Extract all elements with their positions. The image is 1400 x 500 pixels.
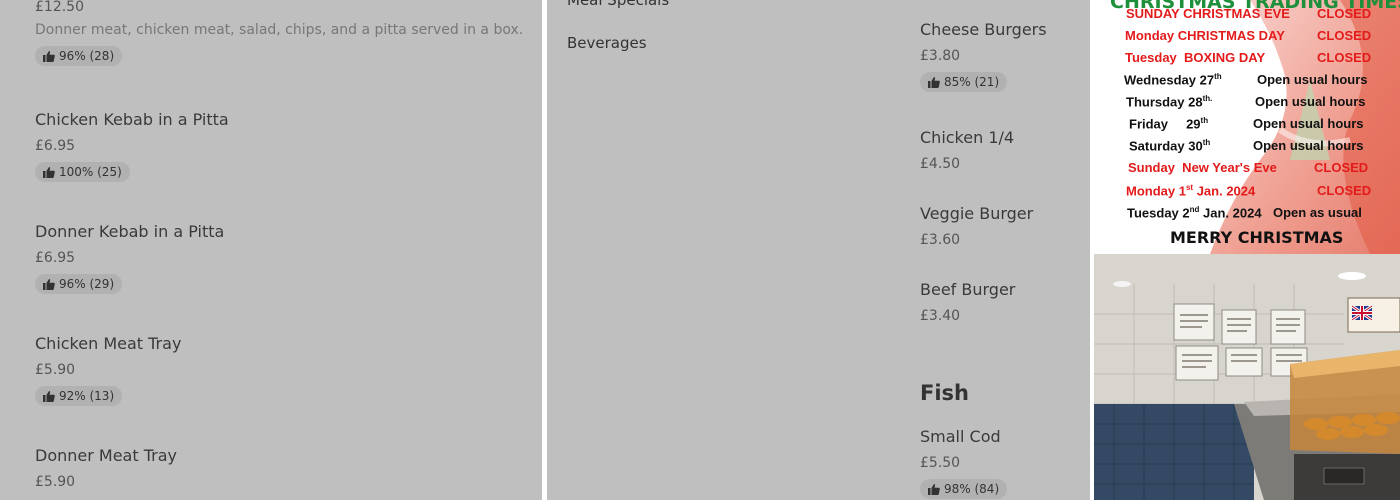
menu-item-cheese-burgers[interactable]: Cheese Burgers £3.80 85% (21) — [920, 20, 1047, 92]
menu-item-donner-meat-tray[interactable]: Donner Meat Tray £5.90 — [35, 446, 177, 490]
rating-badge: 92% (13) — [35, 386, 123, 406]
poster-row: Monday CHRISTMAS DAY CLOSED — [1092, 28, 1400, 50]
poster-day: Tuesday BOXING DAY — [1125, 50, 1266, 65]
poster-status: Open usual hours — [1253, 116, 1364, 131]
rating-badge: 98% (84) — [920, 479, 1008, 499]
rating-text: 92% (13) — [59, 389, 115, 403]
section-title-fish: Fish — [920, 381, 969, 405]
item-price: £6.95 — [35, 138, 76, 154]
poster-day: Sunday New Year's Eve — [1128, 160, 1277, 175]
poster-status: Open usual hours — [1253, 138, 1364, 153]
thumbs-up-icon — [43, 166, 55, 178]
item-price: £6.95 — [35, 250, 76, 266]
poster-row: Tuesday BOXING DAY CLOSED — [1092, 50, 1400, 72]
rating-text: 100% (25) — [59, 165, 122, 179]
poster-row: Wednesday 27th Open usual hours — [1092, 72, 1400, 94]
menu-item-chicken-quarter[interactable]: Chicken 1/4 £4.50 — [920, 128, 1014, 172]
item-name: Donner Meat Tray — [35, 446, 177, 465]
poster-day: Wednesday 27th — [1124, 72, 1222, 88]
menu-item-beef-burger[interactable]: Beef Burger £3.40 — [920, 280, 1015, 324]
poster-day: Tuesday 2nd Jan. 2024 — [1127, 205, 1262, 221]
rating-badge: 85% (21) — [920, 72, 1008, 92]
poster-footer: MERRY CHRISTMAS — [1170, 228, 1344, 247]
item-name: Beef Burger — [920, 280, 1016, 299]
menu-middle-column: Meal Specials Beverages Cheese Burgers £… — [547, 0, 1090, 500]
poster-status: CLOSED — [1317, 6, 1372, 21]
poster-status: Open as usual — [1273, 205, 1362, 220]
rating-text: 96% (28) — [59, 49, 115, 63]
poster-row: Sunday New Year's Eve CLOSED — [1092, 160, 1400, 182]
item-price: £5.50 — [920, 455, 961, 471]
item-price: £3.60 — [920, 232, 961, 248]
poster-status: CLOSED — [1314, 160, 1369, 175]
category-link-meal-specials[interactable]: Meal Specials — [567, 0, 669, 9]
rating-badge: 96% (29) — [35, 274, 123, 294]
item-name: Small Cod — [920, 427, 1001, 446]
thumbs-up-icon — [928, 483, 940, 495]
poster-row: Saturday 30th Open usual hours — [1092, 138, 1400, 160]
item-name: Cheese Burgers — [920, 20, 1047, 39]
poster-row: SUNDAY CHRISTMAS EVE CLOSED — [1092, 6, 1400, 28]
item-price: £5.90 — [35, 362, 76, 378]
christmas-trading-times-poster: CHRISTMAS TRADING TIMES SUNDAY CHRISTMAS… — [1092, 0, 1400, 254]
poster-status: CLOSED — [1317, 183, 1372, 198]
menu-left-column: £12.50 Donner meat, chicken meat, salad,… — [0, 0, 542, 500]
thumbs-up-icon — [43, 50, 55, 62]
item-name: Chicken 1/4 — [920, 128, 1015, 147]
rating-badge: 96% (28) — [35, 46, 123, 66]
item-name: Chicken Meat Tray — [35, 334, 182, 353]
item-price: £3.80 — [920, 48, 961, 64]
menu-item-donner-kebab-pitta[interactable]: Donner Kebab in a Pitta £6.95 96% (29) — [35, 222, 224, 294]
item-name: Veggie Burger — [920, 204, 1034, 223]
item-price: £12.50 — [35, 0, 84, 15]
category-link-beverages[interactable]: Beverages — [567, 34, 647, 52]
item-name: Chicken Kebab in a Pitta — [35, 110, 229, 129]
shop-interior-photo — [1094, 254, 1400, 500]
menu-item-small-cod[interactable]: Small Cod £5.50 98% (84) — [920, 427, 1008, 499]
menu-item-veggie-burger[interactable]: Veggie Burger £3.60 — [920, 204, 1033, 248]
menu-item-chicken-meat-tray[interactable]: Chicken Meat Tray £5.90 92% (13) — [35, 334, 181, 406]
thumbs-up-icon — [43, 390, 55, 402]
menu-item-mixed-box[interactable]: £12.50 Donner meat, chicken meat, salad,… — [35, 0, 523, 66]
poster-day: Monday CHRISTMAS DAY — [1125, 28, 1285, 43]
poster-row: Friday 29th Open usual hours — [1092, 116, 1400, 138]
poster-row: Tuesday 2nd Jan. 2024 Open as usual — [1092, 205, 1400, 227]
poster-day: Monday 1st Jan. 2024 — [1126, 183, 1256, 199]
thumbs-up-icon — [928, 76, 940, 88]
poster-day: Thursday 28th. — [1126, 94, 1213, 110]
item-price: £5.90 — [35, 474, 76, 490]
item-name: Donner Kebab in a Pitta — [35, 222, 225, 241]
poster-day: Saturday 30th — [1129, 138, 1211, 154]
item-price: £3.40 — [920, 308, 961, 324]
poster-day: Friday 29th — [1129, 116, 1209, 132]
poster-row: Thursday 28th. Open usual hours — [1092, 94, 1400, 116]
rating-text: 98% (84) — [944, 482, 1000, 496]
rating-text: 85% (21) — [944, 75, 1000, 89]
union-jack-flag-icon — [1351, 304, 1373, 322]
rating-text: 96% (29) — [59, 277, 115, 291]
rating-badge: 100% (25) — [35, 162, 130, 182]
poster-day: SUNDAY CHRISTMAS EVE — [1126, 6, 1290, 21]
poster-row: Monday 1st Jan. 2024 CLOSED — [1092, 183, 1400, 205]
menu-item-chicken-kebab-pitta[interactable]: Chicken Kebab in a Pitta £6.95 100% (25) — [35, 110, 229, 182]
thumbs-up-icon — [43, 278, 55, 290]
item-price: £4.50 — [920, 156, 961, 172]
poster-status: Open usual hours — [1257, 72, 1368, 87]
shop-interior-illustration — [1094, 254, 1400, 500]
item-description: Donner meat, chicken meat, salad, chips,… — [35, 22, 524, 38]
poster-status: Open usual hours — [1255, 94, 1366, 109]
poster-status: CLOSED — [1317, 50, 1372, 65]
poster-status: CLOSED — [1317, 28, 1372, 43]
